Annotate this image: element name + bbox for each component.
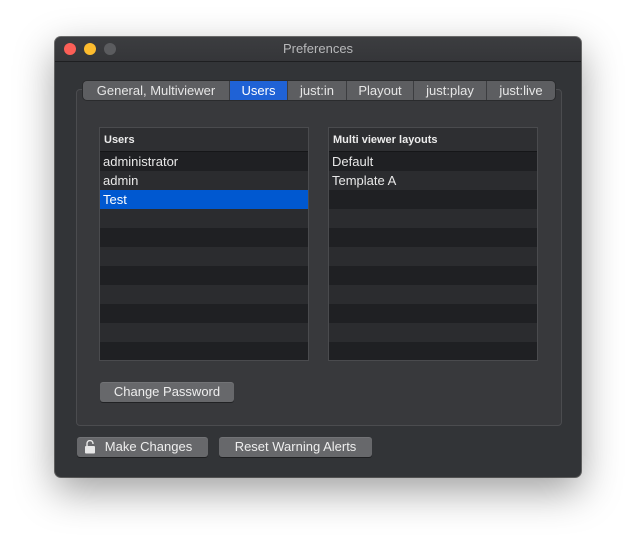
empty-row bbox=[329, 228, 537, 247]
users-table[interactable]: Users administrator admin Test bbox=[99, 127, 309, 361]
layouts-table-header[interactable]: Multi viewer layouts bbox=[329, 128, 537, 152]
make-changes-button[interactable]: Make Changes bbox=[77, 437, 208, 457]
make-changes-label: Make Changes bbox=[104, 439, 193, 454]
empty-row bbox=[100, 304, 308, 323]
empty-row bbox=[100, 266, 308, 285]
empty-row bbox=[329, 190, 537, 209]
window-title: Preferences bbox=[282, 41, 354, 56]
table-row-selected[interactable]: Test bbox=[100, 190, 308, 209]
tab-general-multiviewer[interactable]: General, Multiviewer bbox=[83, 81, 230, 100]
empty-row bbox=[329, 342, 537, 360]
unlocked-lock-icon bbox=[85, 440, 95, 454]
tab-playout[interactable]: Playout bbox=[347, 81, 414, 100]
empty-row bbox=[100, 209, 308, 228]
tab-users[interactable]: Users bbox=[230, 81, 288, 100]
change-password-button[interactable]: Change Password bbox=[100, 382, 234, 402]
tab-just-in[interactable]: just:in bbox=[288, 81, 347, 100]
empty-row bbox=[100, 285, 308, 304]
tab-just-live[interactable]: just:live bbox=[487, 81, 555, 100]
empty-row bbox=[329, 285, 537, 304]
empty-row bbox=[329, 209, 537, 228]
empty-row bbox=[329, 266, 537, 285]
users-table-header[interactable]: Users bbox=[100, 128, 308, 152]
table-row[interactable]: admin bbox=[100, 171, 308, 190]
reset-warning-alerts-button[interactable]: Reset Warning Alerts bbox=[219, 437, 372, 457]
table-row[interactable]: administrator bbox=[100, 152, 308, 171]
empty-row bbox=[100, 342, 308, 360]
tab-bar: General, Multiviewer Users just:in Playo… bbox=[83, 81, 555, 100]
title-bar[interactable]: Preferences bbox=[55, 37, 581, 62]
empty-row bbox=[329, 323, 537, 342]
empty-row bbox=[100, 247, 308, 266]
table-row[interactable]: Template A bbox=[329, 171, 537, 190]
empty-row bbox=[329, 304, 537, 323]
preferences-window: Preferences General, Multiviewer Users j… bbox=[55, 37, 581, 477]
table-row[interactable]: Default bbox=[329, 152, 537, 171]
layouts-table[interactable]: Multi viewer layouts Default Template A bbox=[328, 127, 538, 361]
empty-row bbox=[329, 247, 537, 266]
tab-just-play[interactable]: just:play bbox=[414, 81, 487, 100]
empty-row bbox=[100, 228, 308, 247]
empty-row bbox=[100, 323, 308, 342]
